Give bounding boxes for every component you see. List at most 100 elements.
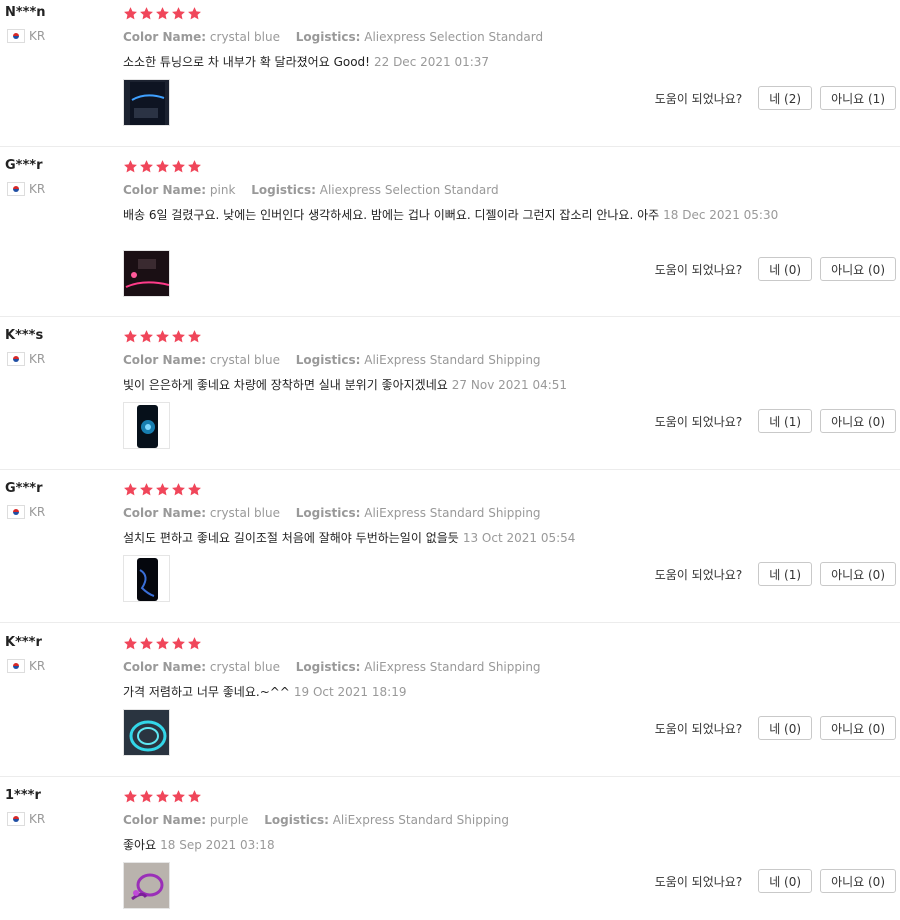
helpful-section: 도움이 되었나요? 네 (1) 아니요 (0) <box>655 409 896 433</box>
star-icon <box>171 329 186 344</box>
helpful-yes-button[interactable]: 네 (0) <box>758 716 813 740</box>
review-photo[interactable] <box>123 709 170 756</box>
review-text: 좋아요 <box>123 838 157 852</box>
color-name-label: Color Name: <box>123 30 207 44</box>
korea-flag-icon <box>7 659 25 673</box>
country-code: KR <box>29 352 46 366</box>
review-date: 19 Oct 2021 18:19 <box>293 685 407 699</box>
review-item: N***n KR Color Name: crystal blue Logist… <box>0 0 900 147</box>
star-icon <box>139 789 154 804</box>
logistics-label: Logistics: <box>251 183 316 197</box>
helpful-section: 도움이 되었나요? 네 (2) 아니요 (1) <box>655 86 896 110</box>
color-name-value: pink <box>209 183 236 197</box>
helpful-section: 도움이 되었나요? 네 (1) 아니요 (0) <box>655 562 896 586</box>
helpful-yes-button[interactable]: 네 (1) <box>758 562 813 586</box>
helpful-yes-button[interactable]: 네 (1) <box>758 409 813 433</box>
star-icon <box>123 789 138 804</box>
star-icon <box>123 329 138 344</box>
review-content: 소소한 튜닝으로 차 내부가 확 달라졌어요 Good! 22 Dec 2021 … <box>123 53 788 71</box>
helpful-no-button[interactable]: 아니요 (0) <box>820 257 896 281</box>
review-photo[interactable] <box>123 402 170 449</box>
reviewer-country: KR <box>7 29 45 43</box>
color-name-label: Color Name: <box>123 353 207 367</box>
star-rating <box>123 6 203 21</box>
star-rating <box>123 789 203 804</box>
reviewer-country: KR <box>7 182 45 196</box>
color-name-value: crystal blue <box>209 506 280 520</box>
review-content: 좋아요 18 Sep 2021 03:18 <box>123 836 788 854</box>
star-icon <box>187 6 202 21</box>
review-content: 배송 6일 걸렸구요. 낮에는 인버인다 생각하세요. 밤에는 겁나 이뻐요. … <box>123 206 788 224</box>
star-icon <box>139 329 154 344</box>
review-text: 빛이 은은하게 좋네요 차량에 장착하면 실내 분위기 좋아지겠네요 <box>123 378 448 392</box>
review-date: 27 Nov 2021 04:51 <box>451 378 568 392</box>
review-photo[interactable] <box>123 862 170 909</box>
star-icon <box>187 329 202 344</box>
helpful-no-button[interactable]: 아니요 (0) <box>820 562 896 586</box>
star-icon <box>187 636 202 651</box>
star-icon <box>155 482 170 497</box>
reviewer-name: 1***r <box>5 788 41 803</box>
logistics-value: Aliexpress Selection Standard <box>364 30 544 44</box>
star-icon <box>155 789 170 804</box>
star-icon <box>187 482 202 497</box>
country-code: KR <box>29 659 46 673</box>
korea-flag-icon <box>7 812 25 826</box>
reviewer-name: N***n <box>5 5 46 20</box>
reviewer-country: KR <box>7 352 45 366</box>
helpful-question: 도움이 되었나요? <box>654 721 743 736</box>
star-rating <box>123 159 203 174</box>
review-content: 빛이 은은하게 좋네요 차량에 장착하면 실내 분위기 좋아지겠네요 27 Nov… <box>123 376 788 394</box>
review-content: 가격 저렴하고 너무 좋네요.~^^ 19 Oct 2021 18:19 <box>123 683 788 701</box>
review-date: 18 Dec 2021 05:30 <box>663 208 779 222</box>
helpful-question: 도움이 되었나요? <box>654 91 743 106</box>
logistics-label: Logistics: <box>264 813 329 827</box>
helpful-question: 도움이 되었나요? <box>654 874 743 889</box>
review-content: 설치도 편하고 좋네요 길이조절 처음에 잘해야 두번하는일이 없을듯 13 Oc… <box>123 529 788 547</box>
korea-flag-icon <box>7 29 25 43</box>
review-attributes: Color Name: pink Logistics: Aliexpress S… <box>123 183 499 197</box>
reviewer-name: K***r <box>5 635 42 650</box>
logistics-value: Aliexpress Selection Standard <box>319 183 499 197</box>
review-item: G***r KR Color Name: pink Logistics: Ali… <box>0 153 900 317</box>
country-code: KR <box>29 812 46 826</box>
review-attributes: Color Name: crystal blue Logistics: AliE… <box>123 660 541 674</box>
logistics-label: Logistics: <box>295 353 361 367</box>
helpful-no-button[interactable]: 아니요 (0) <box>820 716 896 740</box>
reviewer-name: G***r <box>5 158 43 173</box>
star-icon <box>139 6 154 21</box>
star-rating <box>123 482 203 497</box>
review-text: 가격 저렴하고 너무 좋네요.~^^ <box>123 685 290 699</box>
review-text: 배송 6일 걸렸구요. 낮에는 인버인다 생각하세요. 밤에는 겁나 이뻐요. … <box>123 208 660 222</box>
country-code: KR <box>29 29 46 43</box>
review-item: G***r KR Color Name: crystal blue Logist… <box>0 476 900 623</box>
helpful-no-button[interactable]: 아니요 (1) <box>820 86 896 110</box>
korea-flag-icon <box>7 352 25 366</box>
helpful-no-button[interactable]: 아니요 (0) <box>820 409 896 433</box>
helpful-yes-button[interactable]: 네 (0) <box>758 257 813 281</box>
star-icon <box>187 789 202 804</box>
helpful-yes-button[interactable]: 네 (0) <box>758 869 813 893</box>
star-icon <box>155 329 170 344</box>
review-photo[interactable] <box>123 250 170 297</box>
review-photo[interactable] <box>123 555 170 602</box>
reviewer-country: KR <box>7 659 45 673</box>
color-name-value: crystal blue <box>209 30 280 44</box>
review-attributes: Color Name: crystal blue Logistics: AliE… <box>123 506 541 520</box>
korea-flag-icon <box>7 182 25 196</box>
review-item: K***r KR Color Name: crystal blue Logist… <box>0 630 900 777</box>
star-icon <box>139 159 154 174</box>
logistics-value: AliExpress Standard Shipping <box>332 813 510 827</box>
color-name-label: Color Name: <box>123 813 207 827</box>
helpful-no-button[interactable]: 아니요 (0) <box>820 869 896 893</box>
helpful-yes-button[interactable]: 네 (2) <box>758 86 813 110</box>
review-attributes: Color Name: crystal blue Logistics: AliE… <box>123 353 541 367</box>
star-icon <box>123 159 138 174</box>
logistics-value: AliExpress Standard Shipping <box>364 506 541 520</box>
review-text: 소소한 튜닝으로 차 내부가 확 달라졌어요 Good! <box>123 55 370 69</box>
review-photo[interactable] <box>123 79 170 126</box>
star-icon <box>171 636 186 651</box>
country-code: KR <box>29 505 46 519</box>
color-name-value: crystal blue <box>209 660 280 674</box>
star-icon <box>171 159 186 174</box>
